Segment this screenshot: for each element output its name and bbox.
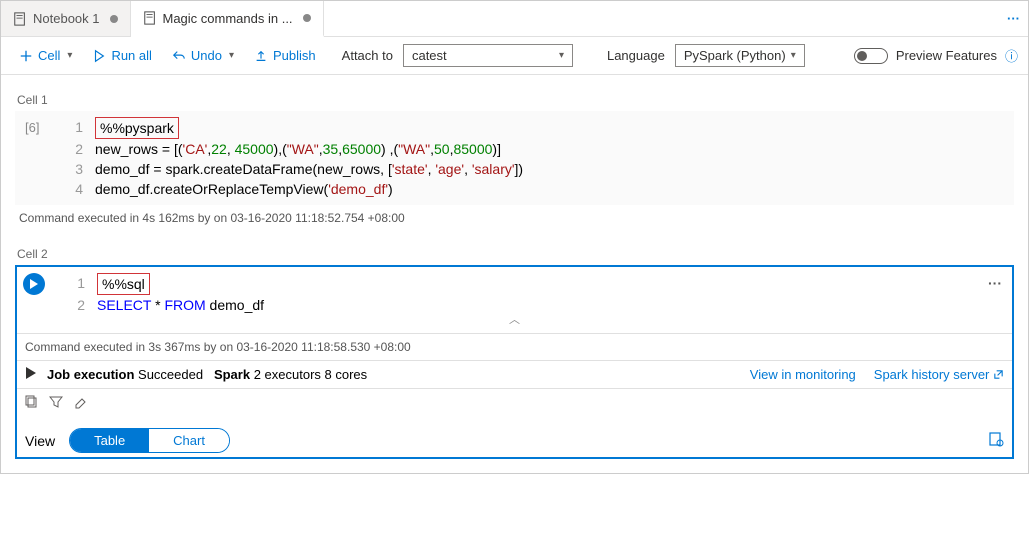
upload-icon — [254, 49, 268, 63]
dirty-dot-icon — [110, 15, 118, 23]
cell-status: Command executed in 3s 367ms by on 03-16… — [17, 333, 1012, 360]
cell-label: Cell 1 — [17, 93, 1014, 107]
tab-notebook-1[interactable]: Notebook 1 — [1, 1, 131, 36]
code-line: new_rows = [('CA',22, 45000),("WA",35,65… — [95, 139, 1004, 159]
magic-command-highlight: %%sql — [97, 273, 150, 295]
run-cell-button[interactable] — [23, 273, 45, 295]
run-all-button[interactable]: Run all — [84, 44, 159, 67]
undo-icon — [172, 49, 186, 63]
cell-menu-button[interactable]: ··· — [988, 275, 1002, 291]
tab-label: Notebook 1 — [33, 11, 100, 26]
line-number: 2 — [65, 139, 95, 159]
view-toggle: Table Chart — [69, 428, 230, 453]
export-icon[interactable] — [988, 431, 1004, 450]
code-line: SELECT * FROM demo_df — [97, 295, 1002, 315]
publish-button[interactable]: Publish — [246, 44, 324, 67]
chevron-down-icon: ▾ — [229, 50, 234, 61]
view-label: View — [25, 433, 55, 449]
tab-overflow-button[interactable]: ··· — [999, 11, 1028, 26]
notebook-icon — [13, 12, 27, 26]
dirty-dot-icon — [303, 14, 311, 22]
chevron-down-icon: ▾ — [67, 50, 72, 61]
view-in-monitoring-link[interactable]: View in monitoring — [750, 367, 856, 382]
preview-features-toggle[interactable] — [854, 48, 888, 64]
external-link-icon — [993, 368, 1004, 379]
language-select[interactable]: PySpark (Python) ▾ — [675, 44, 805, 67]
attach-to-select[interactable]: catest ▾ — [403, 44, 573, 67]
code-line: demo_df.createOrReplaceTempView('demo_df… — [95, 179, 1004, 199]
spark-history-server-link[interactable]: Spark history server — [874, 367, 1004, 382]
tab-label: Magic commands in ... — [163, 11, 293, 26]
magic-command-highlight: %%pyspark — [95, 117, 179, 139]
chevron-down-icon: ▾ — [559, 50, 564, 61]
toolbar: Cell ▾ Run all Undo ▾ Publish Attach to … — [1, 37, 1028, 75]
output-view-row: View Table Chart — [17, 418, 1012, 457]
line-number: 1 — [65, 117, 95, 139]
code-cell-2[interactable]: ··· 1 %%sql 2 SELECT * FROM demo_df ︿ Co… — [15, 265, 1014, 459]
attach-to-label: Attach to — [342, 48, 393, 63]
tab-magic-commands[interactable]: Magic commands in ... — [131, 1, 324, 37]
tab-bar: Notebook 1 Magic commands in ... ··· — [1, 1, 1028, 37]
output-toolbar — [17, 388, 1012, 418]
line-number: 1 — [67, 273, 97, 295]
line-number: 4 — [65, 179, 95, 199]
plus-icon — [19, 49, 33, 63]
line-number: 2 — [67, 295, 97, 315]
view-table-button[interactable]: Table — [70, 429, 149, 452]
play-icon — [92, 49, 106, 63]
notebook-content: Cell 1 [6] 1 %%pyspark 2 new_rows = [('C… — [1, 75, 1028, 473]
play-icon — [25, 367, 37, 382]
execution-count: [6] — [25, 117, 65, 139]
cell-status: Command executed in 4s 162ms by on 03-16… — [15, 205, 1014, 231]
info-icon[interactable]: ⓘ — [1005, 46, 1018, 65]
code-line: demo_df = spark.createDataFrame(new_rows… — [95, 159, 1004, 179]
notebook-icon — [143, 11, 157, 25]
job-execution-row: Job execution Succeeded Spark 2 executor… — [17, 360, 1012, 388]
cell-label: Cell 2 — [17, 247, 1014, 261]
code-cell-1[interactable]: [6] 1 %%pyspark 2 new_rows = [('CA',22, … — [15, 111, 1014, 205]
language-label: Language — [607, 48, 665, 63]
chevron-down-icon: ▾ — [791, 50, 796, 61]
line-number: 3 — [65, 159, 95, 179]
undo-button[interactable]: Undo ▾ — [164, 44, 242, 67]
add-cell-button[interactable]: Cell ▾ — [11, 44, 80, 67]
eraser-icon[interactable] — [73, 395, 87, 412]
view-chart-button[interactable]: Chart — [149, 429, 229, 452]
preview-features-label: Preview Features — [896, 48, 997, 63]
copy-icon[interactable] — [25, 395, 39, 412]
filter-icon[interactable] — [49, 395, 63, 412]
